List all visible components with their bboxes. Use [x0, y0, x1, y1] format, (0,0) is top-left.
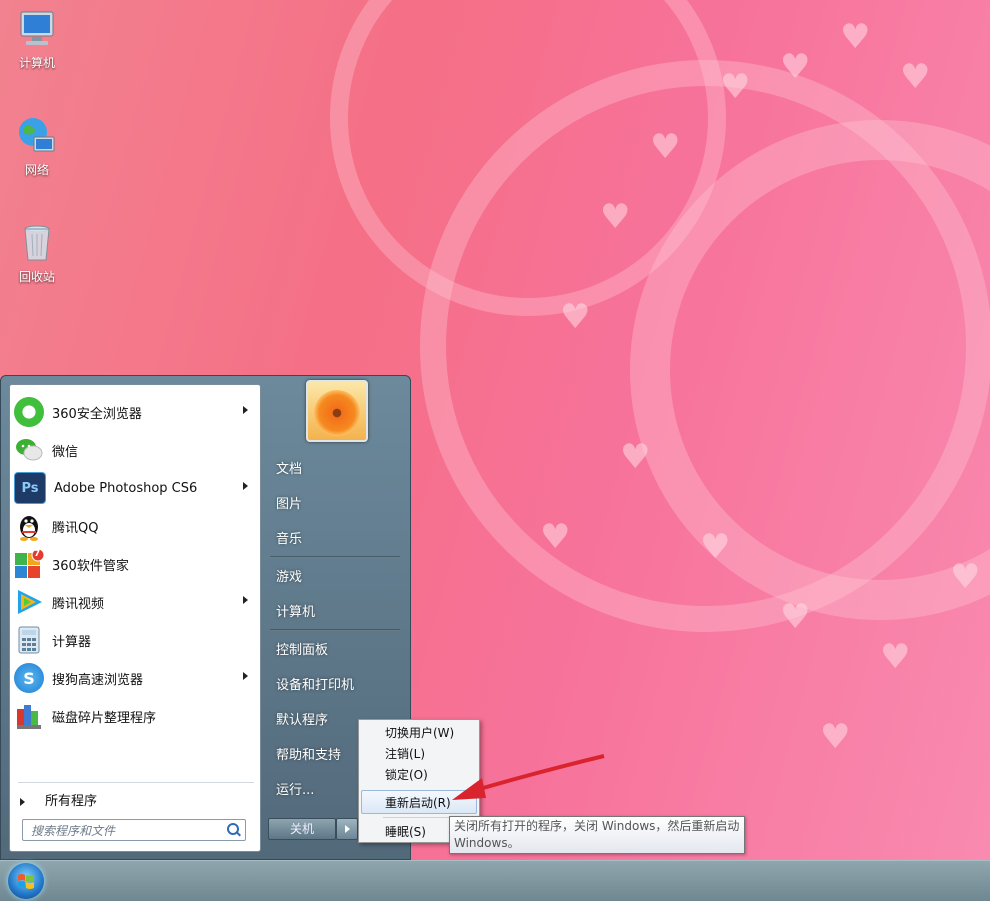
qq-icon: [14, 511, 44, 541]
program-label: 计算器: [52, 634, 92, 650]
program-label: 360安全浏览器: [52, 406, 142, 422]
right-item-help-support[interactable]: 帮助和支持: [276, 744, 341, 763]
submenu-arrow-icon[interactable]: [243, 672, 248, 680]
network-icon: [16, 115, 58, 157]
recycle-bin-icon: [16, 222, 58, 264]
start-button[interactable]: [8, 863, 44, 899]
right-item-computer[interactable]: 计算机: [276, 601, 315, 620]
360-browser-icon: e: [14, 397, 44, 427]
desktop-icon-computer[interactable]: 计算机: [7, 8, 67, 71]
all-programs-button[interactable]: 所有程序: [20, 790, 97, 809]
search-input[interactable]: 搜索程序和文件: [22, 819, 246, 841]
program-label: 搜狗高速浏览器: [52, 672, 144, 688]
menu-item-restart[interactable]: 重新启动(R): [385, 794, 451, 811]
submenu-arrow-icon[interactable]: [243, 482, 248, 490]
disk-defragmenter-icon: [14, 701, 44, 731]
divider: [270, 629, 400, 631]
menu-item-lock[interactable]: 锁定(O): [385, 766, 428, 783]
heart-decoration: ♥: [600, 197, 631, 237]
desktop-icon-recycle-bin[interactable]: 回收站: [7, 222, 67, 285]
right-item-control-panel[interactable]: 控制面板: [276, 639, 328, 658]
restart-tooltip: 关闭所有打开的程序，关闭 Windows，然后重新启动 Windows。: [449, 816, 745, 854]
right-item-devices-printers[interactable]: 设备和打印机: [276, 674, 354, 693]
triangle-right-icon: [20, 797, 25, 806]
search-placeholder: 搜索程序和文件: [31, 824, 116, 838]
all-programs-label: 所有程序: [45, 794, 98, 809]
360-software-manager-icon: 7: [14, 549, 44, 579]
sogou-browser-icon: S: [14, 663, 44, 693]
right-item-run[interactable]: 运行...: [276, 779, 314, 798]
start-menu: e 360安全浏览器 微信 Ps Adobe Photoshop CS6 腾讯Q…: [0, 375, 411, 860]
flower-picture: [314, 390, 360, 436]
shutdown-button[interactable]: 关机: [268, 818, 336, 840]
menu-item-switch-user[interactable]: 切换用户(W): [385, 724, 454, 741]
photoshop-icon: Ps: [14, 472, 46, 504]
heart-decoration: ♥: [720, 67, 751, 107]
desktop-icon-label: 网络: [24, 163, 49, 177]
user-avatar[interactable]: [306, 380, 368, 442]
desktop-icon-label: 计算机: [18, 56, 55, 70]
tencent-video-icon: [14, 587, 44, 617]
submenu-arrow-icon[interactable]: [243, 406, 248, 414]
heart-decoration: ♥: [650, 127, 681, 167]
program-label: 腾讯视频: [52, 596, 105, 612]
wechat-icon: [14, 435, 44, 465]
heart-decoration: ♥: [820, 717, 851, 757]
heart-decoration: ♥: [540, 517, 571, 557]
program-label: 360软件管家: [52, 558, 129, 574]
heart-decoration: ♥: [780, 597, 811, 637]
calculator-icon: [14, 625, 44, 655]
program-item-photoshop[interactable]: Ps Adobe Photoshop CS6: [14, 470, 256, 506]
heart-decoration: ♥: [840, 17, 871, 57]
divider: [18, 782, 254, 783]
heart-decoration: ♥: [560, 297, 591, 337]
program-label: 腾讯QQ: [52, 520, 99, 536]
program-item-disk-defragmenter[interactable]: 磁盘碎片整理程序: [14, 698, 256, 734]
right-item-pictures[interactable]: 图片: [276, 493, 302, 512]
triangle-right-icon: [345, 825, 350, 833]
program-item-360-browser[interactable]: e 360安全浏览器: [14, 394, 256, 430]
program-item-sogou-browser[interactable]: S 搜狗高速浏览器: [14, 660, 256, 696]
heart-decoration: ♥: [880, 637, 911, 677]
program-list-panel: e 360安全浏览器 微信 Ps Adobe Photoshop CS6 腾讯Q…: [9, 384, 261, 852]
menu-item-sleep[interactable]: 睡眠(S): [385, 823, 426, 840]
notification-badge: 7: [34, 549, 41, 559]
program-label: 微信: [52, 444, 79, 460]
heart-decoration: ♥: [950, 557, 981, 597]
program-item-360-software-manager[interactable]: 7 360软件管家: [14, 546, 256, 582]
divider: [270, 556, 400, 558]
heart-decoration: ♥: [700, 527, 731, 567]
right-item-music[interactable]: 音乐: [276, 528, 302, 547]
windows-logo-icon: [18, 874, 34, 889]
annotation-arrow-icon: [452, 754, 605, 800]
heart-decoration: ♥: [900, 57, 931, 97]
program-item-calculator[interactable]: 计算器: [14, 622, 256, 658]
heart-decoration: ♥: [780, 47, 811, 87]
submenu-arrow-icon[interactable]: [243, 596, 248, 604]
menu-item-log-off[interactable]: 注销(L): [385, 745, 425, 762]
program-label: Adobe Photoshop CS6: [54, 480, 198, 496]
program-item-wechat[interactable]: 微信: [14, 432, 256, 468]
right-item-default-programs[interactable]: 默认程序: [276, 709, 328, 728]
heart-decoration: ♥: [620, 437, 651, 477]
right-item-games[interactable]: 游戏: [276, 566, 302, 585]
tooltip-line: 关闭所有打开的程序，关闭 Windows，然后重新启动: [454, 819, 740, 833]
program-label: 磁盘碎片整理程序: [52, 710, 157, 726]
right-item-documents[interactable]: 文档: [276, 458, 302, 477]
program-item-tencent-video[interactable]: 腾讯视频: [14, 584, 256, 620]
desktop-icon-label: 回收站: [18, 270, 55, 284]
computer-icon: [16, 8, 58, 50]
desktop-icon-network[interactable]: 网络: [7, 115, 67, 178]
shutdown-options-button[interactable]: [336, 818, 358, 840]
search-icon[interactable]: [227, 823, 239, 835]
program-item-qq[interactable]: 腾讯QQ: [14, 508, 256, 544]
taskbar: [0, 860, 990, 901]
tooltip-line: Windows。: [454, 836, 520, 850]
